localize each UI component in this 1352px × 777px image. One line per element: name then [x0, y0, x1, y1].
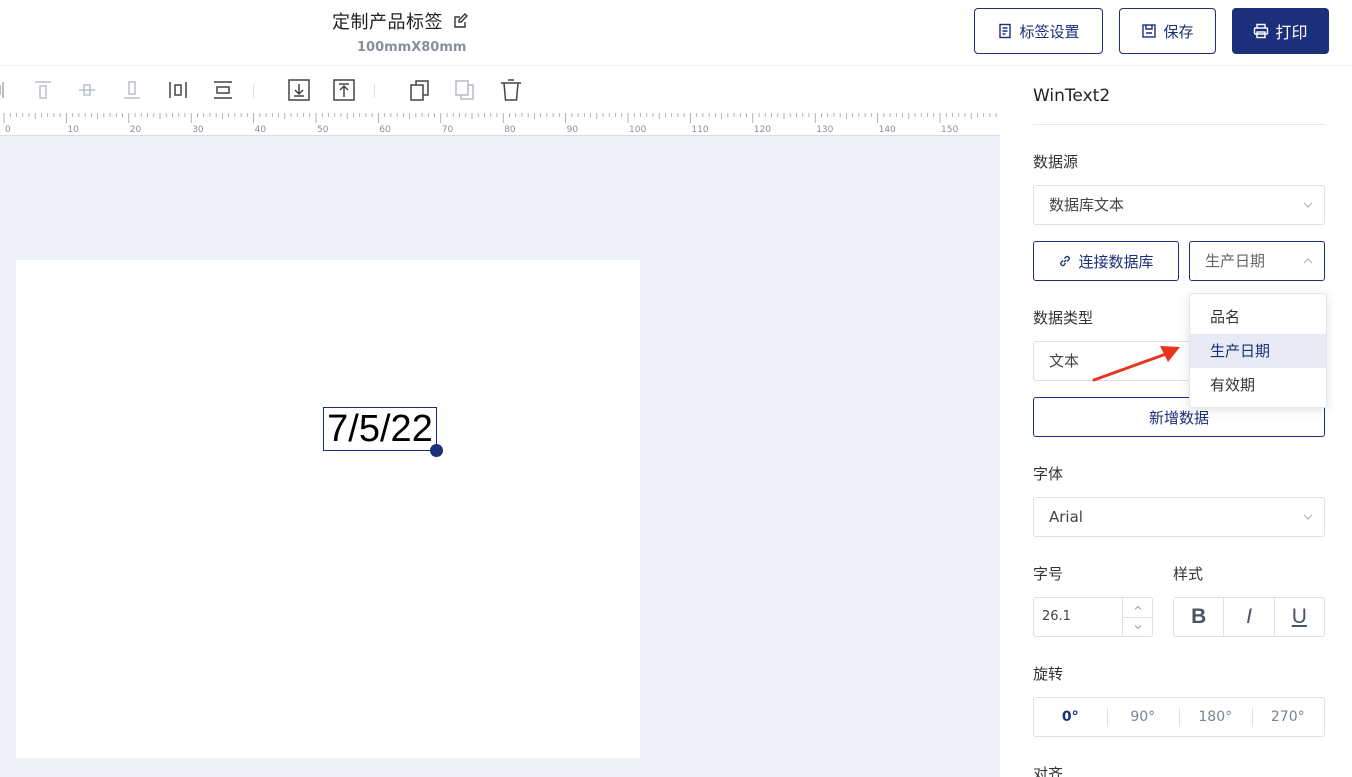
printer-icon	[1254, 23, 1269, 39]
font-size-label: 字号	[1033, 565, 1064, 583]
font-label: 字体	[1033, 465, 1064, 483]
italic-button[interactable]: I	[1223, 598, 1273, 636]
data-source-value: 数据库文本	[1049, 196, 1125, 214]
label-canvas[interactable]: 7/5/22	[16, 260, 640, 758]
paste-icon[interactable]	[452, 77, 478, 103]
font-select[interactable]: Arial	[1033, 497, 1325, 537]
data-source-select[interactable]: 数据库文本	[1033, 185, 1325, 225]
properties-panel: WinText2 数据源 数据库文本 连接数据库 生产日期 数据类型 文本 新增…	[1001, 67, 1352, 777]
ruler-label: 10	[67, 125, 79, 135]
ruler-scale: 0 10 20 30 40 50 60 70 80 90 100 110 120 130 140 150	[3, 113, 997, 135]
ruler-label: 150	[941, 125, 958, 135]
save-label: 保存	[1163, 22, 1194, 41]
canvas-area: 7/5/22	[0, 136, 1000, 777]
toolbar	[0, 67, 1000, 113]
chevron-down-icon	[1134, 625, 1141, 630]
style-label: 样式	[1173, 565, 1204, 583]
toolbar-divider	[374, 84, 375, 98]
ruler-label: 0	[5, 125, 11, 135]
database-field-select[interactable]: 生产日期	[1189, 241, 1325, 281]
label-editor-app: 定制产品标签 100mmX80mm 标签设置 保存 打印 0 10 20 30 …	[0, 0, 1352, 777]
resize-handle[interactable]	[430, 444, 443, 457]
font-size-stepper	[1122, 598, 1152, 636]
align-left-icon[interactable]	[0, 77, 12, 103]
connect-database-button[interactable]: 连接数据库	[1033, 241, 1179, 281]
dropdown-option[interactable]: 品名	[1190, 300, 1326, 334]
chevron-up-icon	[1134, 605, 1141, 610]
ruler-label: 130	[816, 125, 833, 135]
underline-button[interactable]: U	[1273, 598, 1324, 636]
save-button[interactable]: 保存	[1119, 8, 1216, 54]
document-title: 定制产品标签	[332, 12, 443, 33]
ruler-label: 90	[567, 125, 579, 135]
distribute-horizontal-icon[interactable]	[165, 77, 191, 103]
font-value: Arial	[1049, 508, 1083, 526]
ruler-label: 40	[255, 125, 267, 135]
document-size: 100mmX80mm	[357, 40, 467, 55]
connect-database-label: 连接数据库	[1078, 252, 1154, 271]
ruler-label: 30	[192, 125, 204, 135]
align-bottom-icon[interactable]	[119, 77, 145, 103]
dropdown-option[interactable]: 有效期	[1190, 368, 1326, 402]
ruler-label: 70	[442, 125, 454, 135]
chevron-down-icon	[1303, 202, 1313, 208]
chevron-down-icon	[1303, 514, 1313, 520]
rotation-90-button[interactable]: 90°	[1106, 698, 1180, 736]
data-type-value: 文本	[1049, 352, 1080, 370]
text-element-content: 7/5/22	[327, 408, 433, 450]
ruler-label: 120	[754, 125, 771, 135]
move-up-layer-icon[interactable]	[331, 77, 357, 103]
add-data-label: 新增数据	[1148, 408, 1209, 427]
document-icon	[999, 23, 1012, 39]
data-type-label: 数据类型	[1033, 309, 1094, 327]
ruler-label: 20	[130, 125, 142, 135]
move-down-layer-icon[interactable]	[286, 77, 312, 103]
ruler-label: 110	[691, 125, 708, 135]
align-top-icon[interactable]	[30, 77, 56, 103]
database-field-value: 生产日期	[1205, 252, 1266, 270]
rotation-0-button[interactable]: 0°	[1034, 698, 1107, 736]
align-vertical-center-icon[interactable]	[74, 77, 100, 103]
rotation-group: 0° 90° 180° 270°	[1033, 697, 1325, 737]
delete-icon[interactable]	[498, 77, 524, 103]
element-name: WinText2	[1033, 86, 1111, 106]
rotation-label: 旋转	[1033, 665, 1064, 683]
bold-button[interactable]: B	[1174, 598, 1223, 636]
edit-icon[interactable]	[452, 12, 470, 30]
decrement-button[interactable]	[1123, 617, 1152, 636]
increment-button[interactable]	[1123, 598, 1152, 617]
print-label: 打印	[1275, 23, 1308, 42]
link-icon	[1060, 255, 1071, 267]
horizontal-ruler: 0 10 20 30 40 50 60 70 80 90 100 110 120 130 140 150	[0, 113, 1000, 136]
align-label: 对齐	[1033, 765, 1064, 777]
label-settings-label: 标签设置	[1019, 22, 1080, 41]
rotation-180-button[interactable]: 180°	[1179, 698, 1252, 736]
print-button[interactable]: 打印	[1232, 8, 1329, 54]
font-size-input[interactable]: 26.1	[1033, 597, 1153, 637]
ruler-label: 100	[629, 125, 646, 135]
save-icon	[1142, 24, 1157, 38]
text-style-group: B I U	[1173, 597, 1325, 637]
header-bar: 定制产品标签 100mmX80mm 标签设置 保存 打印	[0, 0, 1352, 66]
data-source-label: 数据源	[1033, 153, 1079, 171]
font-size-value: 26.1	[1042, 609, 1071, 624]
copy-icon[interactable]	[407, 77, 433, 103]
title-group: 定制产品标签	[332, 8, 470, 34]
rotation-270-button[interactable]: 270°	[1251, 698, 1325, 736]
ruler-label: 140	[879, 125, 896, 135]
field-dropdown-menu: 品名 生产日期 有效期	[1189, 293, 1327, 408]
ruler-label: 80	[504, 125, 516, 135]
chevron-up-icon	[1303, 258, 1313, 264]
ruler-label: 60	[379, 125, 391, 135]
label-settings-button[interactable]: 标签设置	[974, 8, 1103, 54]
ruler-label: 50	[317, 125, 329, 135]
toolbar-divider	[253, 84, 254, 98]
panel-divider	[1033, 124, 1325, 125]
dropdown-option[interactable]: 生产日期	[1190, 334, 1326, 368]
text-element[interactable]: 7/5/22	[323, 407, 443, 457]
distribute-vertical-icon[interactable]	[210, 77, 236, 103]
